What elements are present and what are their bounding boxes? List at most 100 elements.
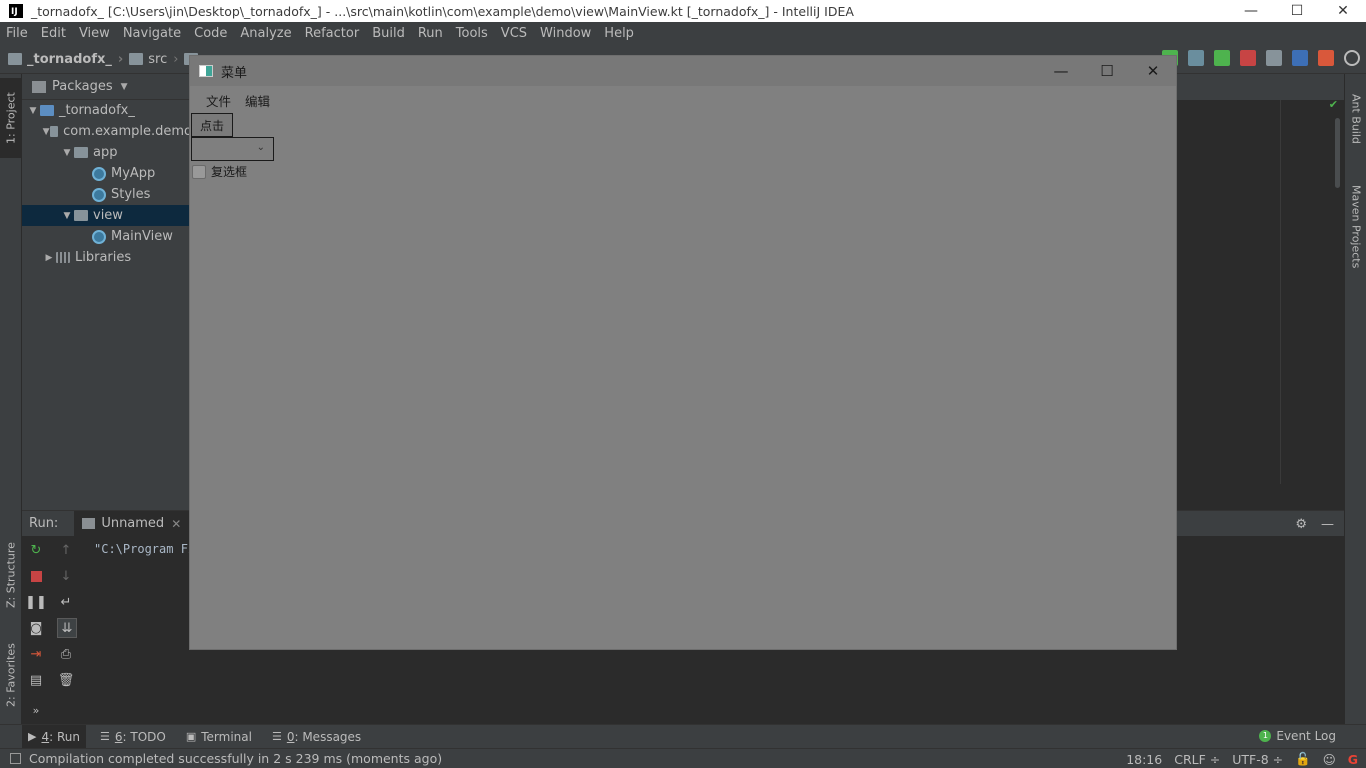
scroll-to-end-icon[interactable]: ⇊ <box>57 618 77 638</box>
office-plugin-icon[interactable] <box>1318 50 1334 66</box>
tool-tab-ant-build[interactable]: Ant Build <box>1345 84 1366 154</box>
menu-code[interactable]: Code <box>194 26 227 41</box>
menu-help[interactable]: Help <box>604 26 634 41</box>
event-log-badge-icon: 1 <box>1259 730 1272 742</box>
caret-position[interactable]: 18:16 <box>1126 752 1162 767</box>
project-view-selector[interactable]: Packages ▼ <box>22 74 192 100</box>
status-message[interactable]: Compilation completed successfully in 2 … <box>29 751 442 766</box>
exit-icon[interactable]: ⇥ <box>28 646 44 662</box>
close-button[interactable]: ✕ <box>1320 0 1366 22</box>
fx-checkbox[interactable]: 复选框 <box>192 163 247 180</box>
packages-icon <box>32 80 46 93</box>
pause-icon[interactable]: ❚❚ <box>25 594 47 610</box>
menu-window[interactable]: Window <box>540 26 591 41</box>
stop-icon[interactable] <box>28 568 44 584</box>
expand-arrow-icon[interactable]: ▼ <box>60 148 74 158</box>
menu-edit[interactable]: Edit <box>41 26 66 41</box>
tool-window-terminal[interactable]: ▣ Terminal <box>180 725 258 749</box>
event-log-button[interactable]: 1 Event Log <box>1259 729 1336 743</box>
tree-item-package-demo[interactable]: ▼ com.example.demo <box>22 121 192 142</box>
tree-item-package-app[interactable]: ▼ app <box>22 142 192 163</box>
up-arrow-icon[interactable]: ↑ <box>58 542 74 558</box>
trash-icon[interactable]: 🗑 <box>58 672 75 688</box>
camera-icon[interactable]: ◙ <box>28 620 44 636</box>
project-structure-icon[interactable] <box>1266 50 1282 66</box>
checkbox-box[interactable] <box>192 164 206 179</box>
menu-view[interactable]: View <box>79 26 110 41</box>
expand-arrow-icon[interactable]: ▼ <box>26 106 40 116</box>
tree-item-myapp[interactable]: MyApp <box>22 163 192 184</box>
tool-tab-label: Maven Projects <box>1349 185 1363 269</box>
search-icon[interactable] <box>1344 50 1360 66</box>
maximize-button[interactable]: ☐ <box>1274 0 1320 22</box>
menu-build[interactable]: Build <box>372 26 405 41</box>
fx-combo-box[interactable]: ⌄ <box>191 137 274 161</box>
folder-icon <box>129 53 144 65</box>
tool-window-run[interactable]: ▶ 4: Run <box>22 724 86 749</box>
hector-icon[interactable]: ☺ <box>1323 752 1336 767</box>
no-problems-check-icon: ✔ <box>1328 98 1338 111</box>
fx-menu-bar: 文件 编辑 <box>190 86 1176 114</box>
messages-icon: ☰ <box>271 730 282 743</box>
fx-close-button[interactable]: ✕ <box>1130 56 1176 86</box>
gear-icon[interactable]: ⚙ <box>1295 517 1307 532</box>
module-icon <box>8 53 22 65</box>
encoding-selector[interactable]: UTF-8 ÷ <box>1232 752 1283 767</box>
hide-panel-icon[interactable]: — <box>1321 517 1334 532</box>
menu-tools[interactable]: Tools <box>456 26 488 41</box>
toggle-tool-windows-icon[interactable] <box>10 753 21 764</box>
fx-menu-edit[interactable]: 编辑 <box>245 91 270 110</box>
menu-vcs[interactable]: VCS <box>501 26 527 41</box>
status-bar: Compilation completed successfully in 2 … <box>0 748 1366 768</box>
breadcrumb-src[interactable]: src › <box>129 52 178 67</box>
tool-tab-structure[interactable]: Z: Structure <box>0 530 22 620</box>
tree-item-mainview[interactable]: MainView <box>22 226 192 247</box>
java-app-icon <box>199 65 213 77</box>
menu-file[interactable]: File <box>6 26 28 41</box>
package-icon <box>74 210 88 221</box>
chevron-down-icon: ⌄ <box>256 142 265 153</box>
line-separator-selector[interactable]: CRLF ÷ <box>1174 752 1220 767</box>
menu-navigate[interactable]: Navigate <box>123 26 181 41</box>
menu-refactor[interactable]: Refactor <box>305 26 360 41</box>
expand-arrow-icon[interactable]: ▶ <box>42 253 56 263</box>
rerun-icon[interactable]: ↻ <box>28 542 44 558</box>
soft-wrap-icon[interactable]: ↵ <box>58 594 74 610</box>
google-icon[interactable]: G <box>1348 752 1358 767</box>
layout-icon[interactable]: ▤ <box>28 672 44 688</box>
stop-icon[interactable] <box>1240 50 1256 66</box>
tree-item-project-root[interactable]: ▼ _tornadofx_ <box>22 100 192 121</box>
lock-icon[interactable]: 🔓 <box>1295 751 1311 767</box>
tree-item-libraries[interactable]: ▶ Libraries <box>22 247 192 268</box>
tool-tab-favorites[interactable]: 2: Favorites <box>0 630 22 720</box>
fx-title-bar[interactable]: 菜单 — ☐ ✕ <box>190 56 1176 86</box>
coverage-icon[interactable] <box>1188 50 1204 66</box>
minimize-button[interactable]: — <box>1228 0 1274 22</box>
close-tab-icon[interactable]: ✕ <box>171 517 181 531</box>
expand-arrow-icon[interactable]: ▼ <box>60 211 74 221</box>
down-arrow-icon[interactable]: ↓ <box>58 568 74 584</box>
tool-window-todo[interactable]: ☰ 6: TODO <box>94 725 172 749</box>
tool-window-label: : Run <box>49 729 80 744</box>
tool-tab-maven-projects[interactable]: Maven Projects <box>1345 172 1366 282</box>
menu-analyze[interactable]: Analyze <box>240 26 291 41</box>
console-output[interactable]: "C:\Program Fi <box>94 542 195 556</box>
translate-icon[interactable] <box>1292 50 1308 66</box>
fx-minimize-button[interactable]: — <box>1038 56 1084 86</box>
tool-tab-project[interactable]: 1: Project <box>0 78 22 158</box>
fx-menu-file[interactable]: 文件 <box>206 91 231 110</box>
fx-click-button[interactable]: 点击 <box>191 113 233 137</box>
run-profile-icon[interactable] <box>1214 50 1230 66</box>
tree-item-styles[interactable]: Styles <box>22 184 192 205</box>
print-icon[interactable]: ⎙ <box>58 646 74 662</box>
run-tab-unnamed[interactable]: Unnamed ✕ <box>74 511 190 536</box>
fx-maximize-button[interactable]: ☐ <box>1084 56 1130 86</box>
expand-arrow-icon[interactable]: ▼ <box>42 127 50 137</box>
more-chevron-icon[interactable]: » <box>28 702 44 718</box>
menu-run[interactable]: Run <box>418 26 443 41</box>
tree-item-package-view[interactable]: ▼ view <box>22 205 192 226</box>
tool-window-messages[interactable]: ☰ 0: Messages <box>266 725 367 749</box>
editor-scrollbar[interactable] <box>1335 118 1340 188</box>
project-panel: Packages ▼ ▼ _tornadofx_ ▼ com.example.d… <box>22 74 192 510</box>
breadcrumb-project[interactable]: _tornadofx_ › <box>8 52 123 67</box>
